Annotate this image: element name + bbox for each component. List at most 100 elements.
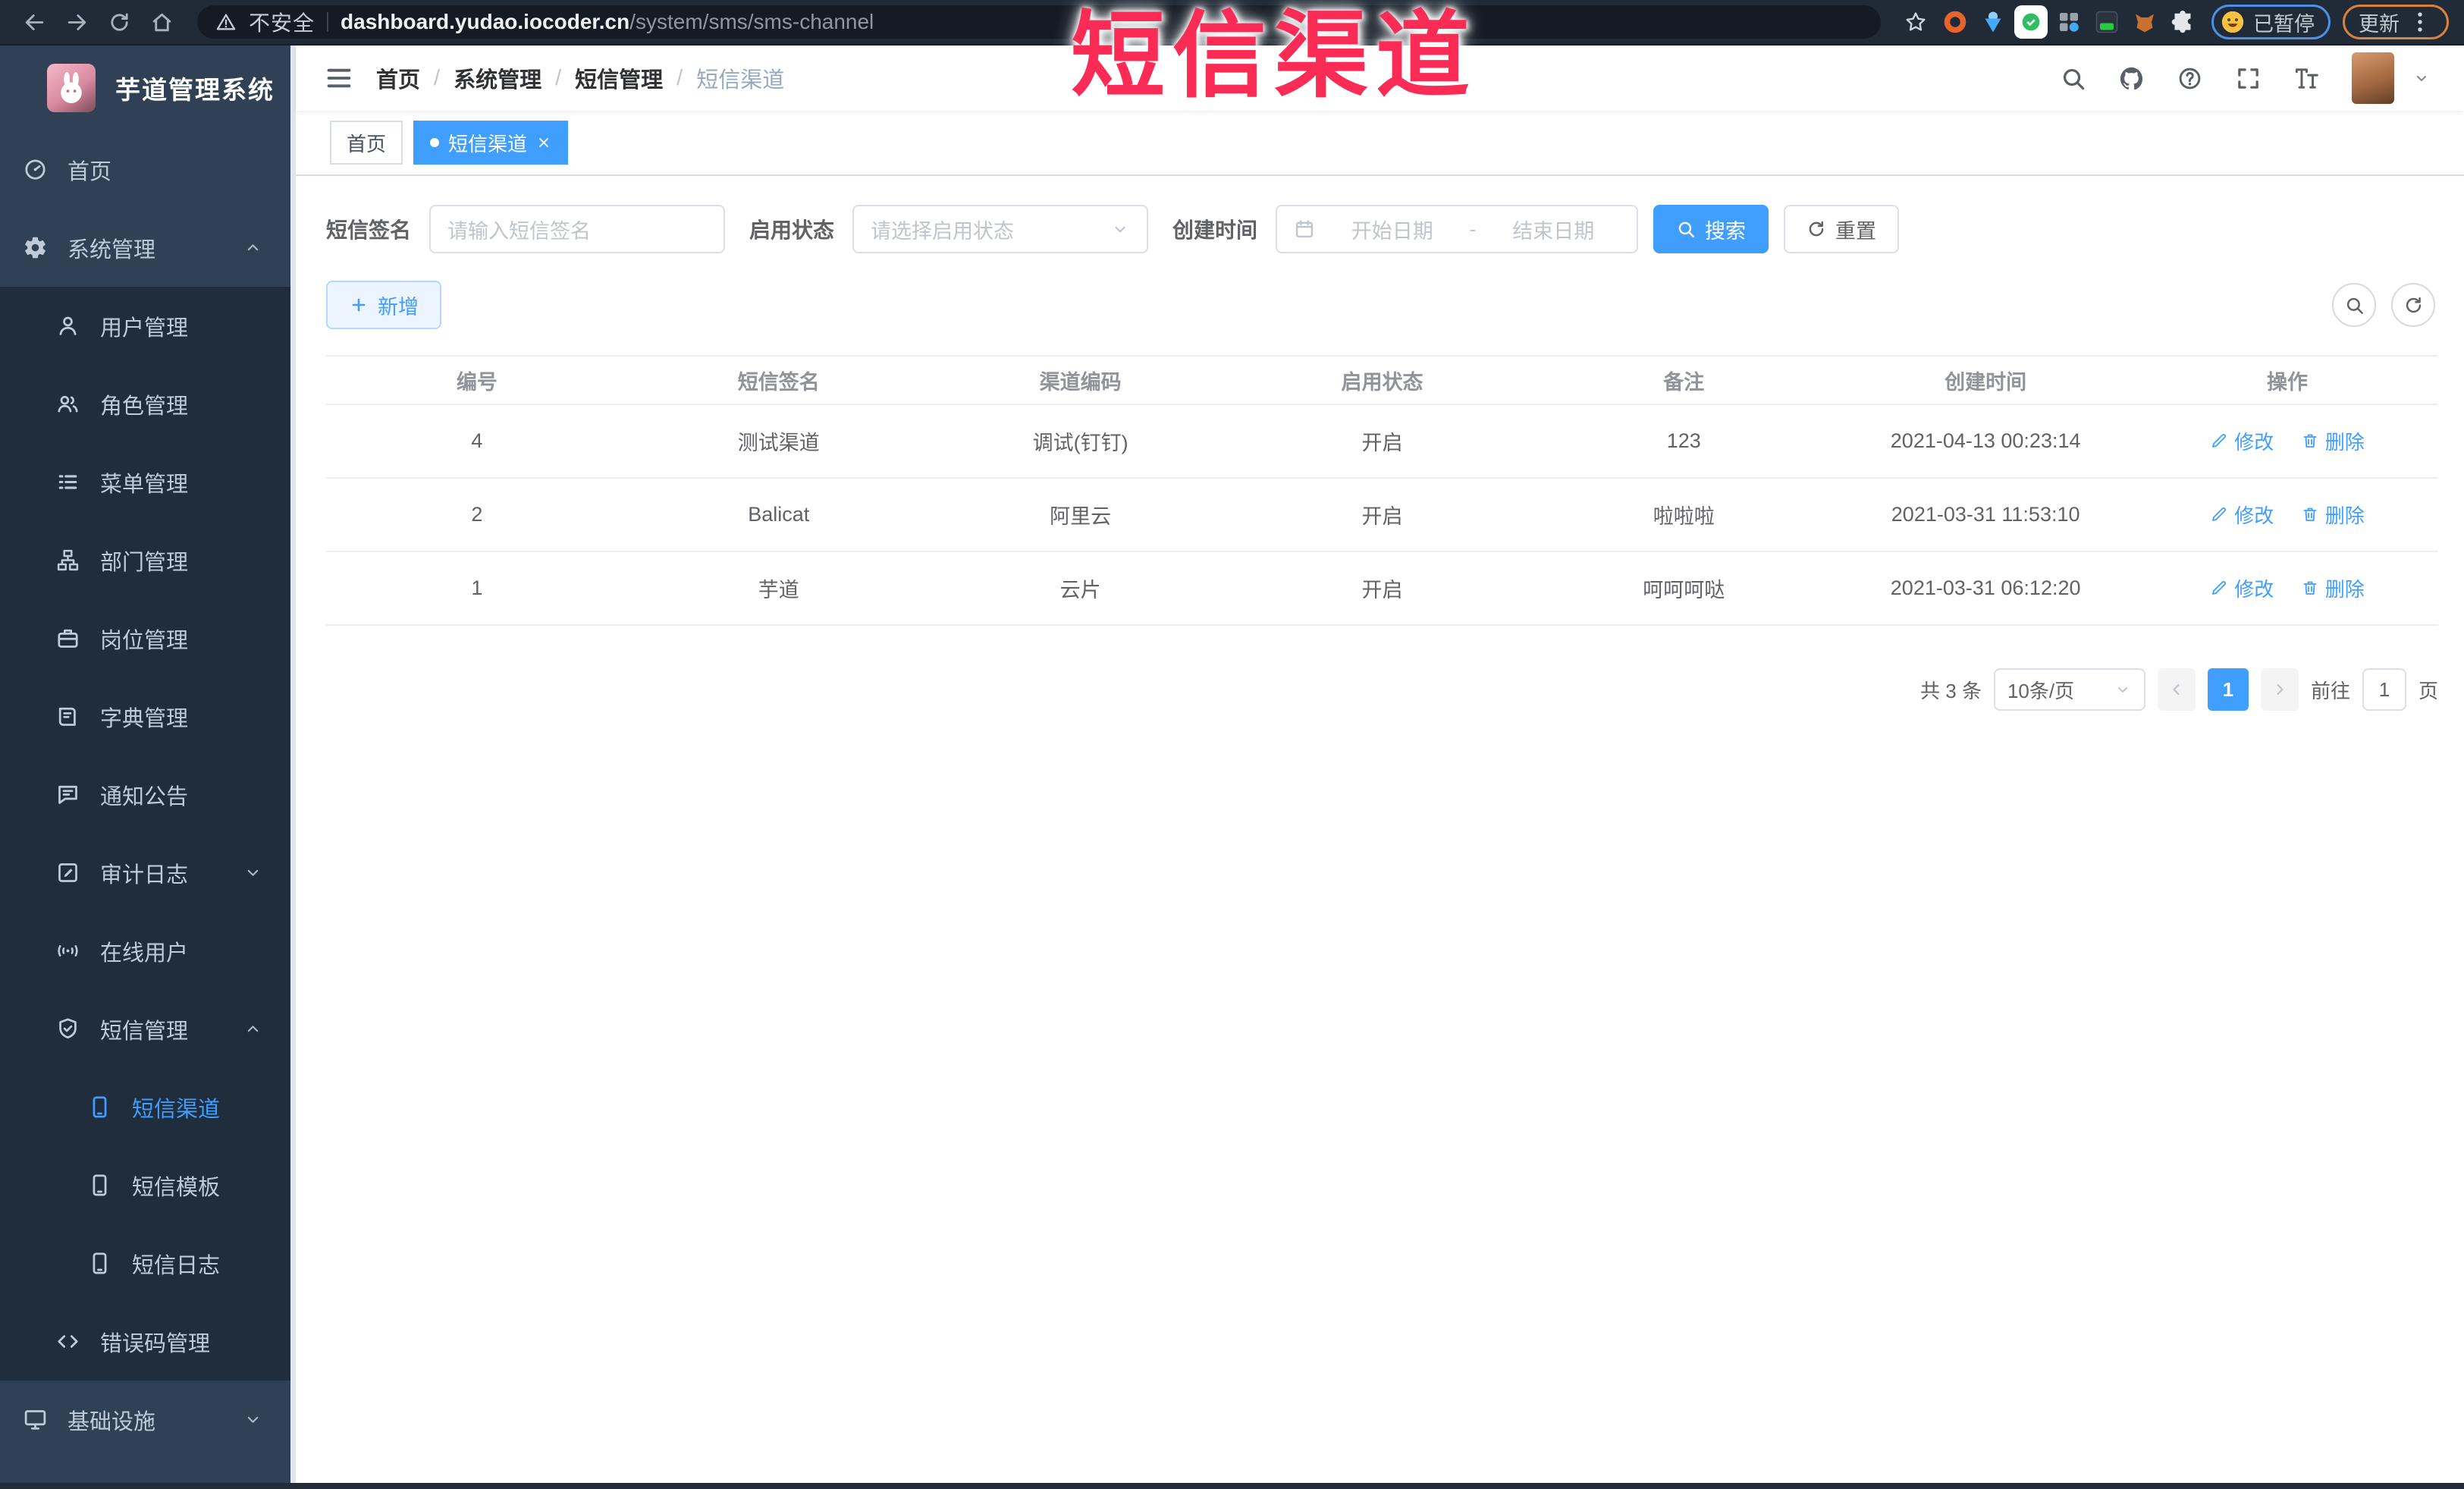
- toolbar-right: [2332, 283, 2438, 327]
- breadcrumb: 首页 / 系统管理 / 短信管理 / 短信渠道: [376, 62, 784, 94]
- code-icon: [55, 1329, 80, 1354]
- sidebar-item-sms-mgmt[interactable]: 短信管理: [0, 990, 296, 1068]
- fullscreen-icon[interactable]: [2235, 65, 2262, 92]
- sidebar-item-notice[interactable]: 通知公告: [0, 755, 296, 834]
- edit-link[interactable]: 修改: [2210, 501, 2274, 529]
- cell-status: 开启: [1231, 404, 1533, 479]
- end-date-placeholder[interactable]: 结束日期: [1487, 215, 1621, 244]
- column-header: 创建时间: [1835, 355, 2137, 405]
- phone-icon: [87, 1173, 112, 1198]
- breadcrumb-home[interactable]: 首页: [376, 62, 420, 94]
- sidebar-item-dict-mgmt[interactable]: 字典管理: [0, 677, 296, 755]
- browser-back-button[interactable]: [15, 4, 53, 40]
- next-page-button[interactable]: [2260, 668, 2299, 711]
- bookmark-star-icon[interactable]: [1897, 10, 1934, 34]
- refresh-table-button[interactable]: [2391, 283, 2435, 327]
- sidebar-item-sms-template[interactable]: 短信模板: [0, 1146, 296, 1224]
- sidebar-item-label: 系统管理: [67, 237, 156, 262]
- prev-page-button[interactable]: [2157, 668, 2196, 711]
- sidebar-item-user-mgmt[interactable]: 用户管理: [0, 287, 296, 365]
- edit-icon: [2210, 579, 2228, 597]
- breadcrumb-system[interactable]: 系统管理: [454, 62, 541, 94]
- tab-close-icon[interactable]: [536, 135, 551, 150]
- sidebar-toggle-button[interactable]: [325, 64, 353, 93]
- edit-link[interactable]: 修改: [2210, 427, 2274, 455]
- page-content: 短信签名 请输入短信签名 启用状态 请选择启用状态 创建时间 开始日期 - 结束…: [296, 176, 2464, 741]
- browser-forward-button[interactable]: [58, 4, 96, 40]
- tab-home[interactable]: 首页: [330, 121, 403, 165]
- sidebar-item-menu-mgmt[interactable]: 菜单管理: [0, 443, 296, 521]
- screen: 不安全 dashboard.yudao.iocoder.cn/system/sm…: [0, 0, 2464, 1489]
- top-navbar: 首页 / 系统管理 / 短信管理 / 短信渠道: [296, 46, 2464, 111]
- sidebar-item-system[interactable]: 系统管理: [0, 209, 296, 287]
- start-date-placeholder[interactable]: 开始日期: [1326, 215, 1459, 244]
- browser-address-bar[interactable]: 不安全 dashboard.yudao.iocoder.cn/system/sm…: [197, 5, 1881, 39]
- toggle-search-button[interactable]: [2332, 283, 2376, 327]
- status-select[interactable]: 请选择启用状态: [852, 205, 1149, 253]
- sidebar-item-label: 首页: [67, 159, 112, 184]
- sidebar-item-post-mgmt[interactable]: 岗位管理: [0, 599, 296, 677]
- emoji-avatar-icon: [2220, 9, 2246, 35]
- profile-paused-chip[interactable]: 已暂停: [2211, 5, 2331, 39]
- extension-icon-blue[interactable]: [1976, 5, 2010, 39]
- user-avatar[interactable]: [2352, 52, 2394, 104]
- sign-input[interactable]: 请输入短信签名: [429, 205, 726, 253]
- goto-page-input[interactable]: 1: [2362, 668, 2406, 711]
- delete-link[interactable]: 删除: [2301, 574, 2365, 602]
- delete-link[interactable]: 删除: [2301, 427, 2365, 455]
- avatar-caret-down-icon[interactable]: [2412, 69, 2431, 87]
- filter-form: 短信签名 请输入短信签名 启用状态 请选择启用状态 创建时间 开始日期 - 结束…: [326, 205, 2438, 253]
- page-size-select[interactable]: 10条/页: [1993, 668, 2145, 711]
- phone-icon: [87, 1251, 112, 1276]
- create-time-range-picker[interactable]: 开始日期 - 结束日期: [1276, 205, 1639, 253]
- reload-icon: [108, 11, 131, 34]
- browser-update-menu[interactable]: 更新: [2343, 5, 2449, 39]
- chevron-down-icon: [243, 1410, 262, 1429]
- breadcrumb-separator: /: [434, 65, 441, 90]
- total-count-label: 共 3 条: [1920, 679, 1982, 702]
- extension-icon-green[interactable]: [2014, 5, 2048, 39]
- cell-id: 4: [326, 404, 628, 479]
- audit-log-icon: [55, 860, 80, 885]
- sidebar-item-dept-mgmt[interactable]: 部门管理: [0, 521, 296, 599]
- menu-list-icon: [55, 470, 80, 495]
- edit-link[interactable]: 修改: [2210, 574, 2274, 602]
- navbar-actions: [2060, 52, 2431, 104]
- add-button[interactable]: 新增: [326, 281, 441, 329]
- extension-icon-fox[interactable]: [2128, 5, 2161, 39]
- range-separator: -: [1469, 217, 1477, 240]
- tab-sms-channel[interactable]: 短信渠道: [413, 121, 569, 165]
- extension-icon-orange[interactable]: [1938, 5, 1972, 39]
- breadcrumb-sms[interactable]: 短信管理: [575, 62, 663, 94]
- extension-icon-on-badge[interactable]: [2090, 5, 2123, 39]
- page-number-current[interactable]: 1: [2207, 668, 2249, 711]
- sidebar-item-error-code[interactable]: 错误码管理: [0, 1302, 296, 1381]
- browser-reload-button[interactable]: [100, 4, 138, 40]
- sidebar-item-infrastructure[interactable]: 基础设施: [0, 1381, 296, 1459]
- plus-icon: [349, 295, 369, 315]
- column-header: 启用状态: [1231, 355, 1533, 405]
- cell-created: 2021-04-13 00:23:14: [1835, 404, 2137, 479]
- docs-help-icon[interactable]: [2177, 65, 2203, 92]
- sidebar-item-home[interactable]: 首页: [0, 130, 296, 209]
- browser-home-button[interactable]: [143, 4, 180, 40]
- app-logo[interactable]: 芋道管理系统: [0, 46, 296, 130]
- font-size-icon[interactable]: [2293, 65, 2320, 92]
- reset-button[interactable]: 重置: [1784, 205, 1900, 253]
- github-icon[interactable]: [2118, 65, 2145, 92]
- sidebar-item-audit-log[interactable]: 审计日志: [0, 834, 296, 912]
- sidebar-item-role-mgmt[interactable]: 角色管理: [0, 365, 296, 443]
- sidebar-item-sms-channel[interactable]: 短信渠道: [0, 1068, 296, 1146]
- extension-icon-grid[interactable]: [2052, 5, 2086, 39]
- tab-label: 首页: [347, 132, 387, 155]
- column-header: 备注: [1533, 355, 1835, 405]
- delete-link[interactable]: 删除: [2301, 501, 2365, 529]
- briefcase-icon: [55, 626, 80, 651]
- cell-sign: 芋道: [627, 551, 930, 626]
- page-url: dashboard.yudao.iocoder.cn/system/sms/sm…: [341, 10, 874, 34]
- extensions-puzzle-icon[interactable]: [2166, 5, 2199, 39]
- header-search-icon[interactable]: [2060, 65, 2086, 92]
- sidebar-item-online-users[interactable]: 在线用户: [0, 912, 296, 990]
- sidebar-item-sms-log[interactable]: 短信日志: [0, 1224, 296, 1302]
- search-button[interactable]: 搜索: [1653, 205, 1769, 253]
